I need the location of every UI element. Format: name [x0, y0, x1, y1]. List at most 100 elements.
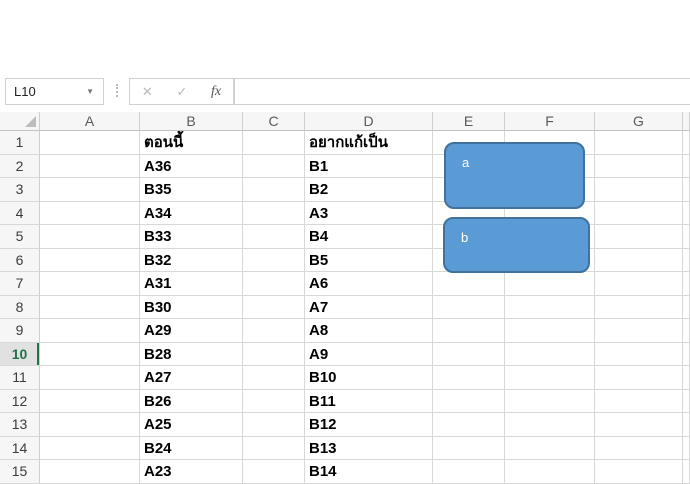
formula-bar-separator[interactable]: [116, 84, 118, 97]
row-header-5[interactable]: 5: [0, 225, 40, 249]
cell-F14[interactable]: [505, 437, 595, 461]
cell-H2[interactable]: [683, 155, 690, 179]
cell-E11[interactable]: [433, 366, 505, 390]
cell-C2[interactable]: [243, 155, 305, 179]
cell-B6[interactable]: B32: [140, 249, 243, 273]
cell-E10[interactable]: [433, 343, 505, 367]
cell-A6[interactable]: [40, 249, 140, 273]
cell-H9[interactable]: [683, 319, 690, 343]
cell-D15[interactable]: B14: [305, 460, 433, 484]
cell-C5[interactable]: [243, 225, 305, 249]
cell-F8[interactable]: [505, 296, 595, 320]
cell-C7[interactable]: [243, 272, 305, 296]
cell-B15[interactable]: A23: [140, 460, 243, 484]
name-box-dropdown-icon[interactable]: ▼: [86, 87, 103, 96]
cell-F13[interactable]: [505, 413, 595, 437]
column-header-A[interactable]: A: [40, 112, 140, 131]
cell-A8[interactable]: [40, 296, 140, 320]
cancel-icon[interactable]: ✕: [142, 84, 153, 100]
enter-icon[interactable]: ✓: [176, 84, 187, 100]
cell-H4[interactable]: [683, 202, 690, 226]
formula-bar-input[interactable]: [234, 78, 690, 105]
cell-D10[interactable]: A9: [305, 343, 433, 367]
cell-D4[interactable]: A3: [305, 202, 433, 226]
cell-D7[interactable]: A6: [305, 272, 433, 296]
cell-C13[interactable]: [243, 413, 305, 437]
cell-A7[interactable]: [40, 272, 140, 296]
column-header-sliver[interactable]: [683, 112, 690, 131]
cell-H15[interactable]: [683, 460, 690, 484]
cell-H8[interactable]: [683, 296, 690, 320]
cell-D2[interactable]: B1: [305, 155, 433, 179]
cell-E12[interactable]: [433, 390, 505, 414]
cell-G2[interactable]: [595, 155, 683, 179]
cell-H12[interactable]: [683, 390, 690, 414]
cell-B14[interactable]: B24: [140, 437, 243, 461]
cell-C10[interactable]: [243, 343, 305, 367]
cell-A11[interactable]: [40, 366, 140, 390]
cell-G9[interactable]: [595, 319, 683, 343]
cell-B2[interactable]: A36: [140, 155, 243, 179]
row-header-15[interactable]: 15: [0, 460, 40, 484]
cell-D8[interactable]: A7: [305, 296, 433, 320]
cell-G10[interactable]: [595, 343, 683, 367]
cell-F15[interactable]: [505, 460, 595, 484]
cell-G8[interactable]: [595, 296, 683, 320]
cell-C8[interactable]: [243, 296, 305, 320]
row-header-4[interactable]: 4: [0, 202, 40, 226]
cell-G15[interactable]: [595, 460, 683, 484]
select-all-corner[interactable]: [0, 112, 40, 131]
cell-C12[interactable]: [243, 390, 305, 414]
cell-A15[interactable]: [40, 460, 140, 484]
cell-F10[interactable]: [505, 343, 595, 367]
cell-H14[interactable]: [683, 437, 690, 461]
cell-C15[interactable]: [243, 460, 305, 484]
row-header-9[interactable]: 9: [0, 319, 40, 343]
cell-C1[interactable]: [243, 131, 305, 155]
row-header-2[interactable]: 2: [0, 155, 40, 179]
cell-D6[interactable]: B5: [305, 249, 433, 273]
cell-H3[interactable]: [683, 178, 690, 202]
shape-a[interactable]: a: [444, 142, 585, 209]
cell-A9[interactable]: [40, 319, 140, 343]
cell-G3[interactable]: [595, 178, 683, 202]
cell-G13[interactable]: [595, 413, 683, 437]
cell-G6[interactable]: [595, 249, 683, 273]
cell-C11[interactable]: [243, 366, 305, 390]
cell-C6[interactable]: [243, 249, 305, 273]
cell-B9[interactable]: A29: [140, 319, 243, 343]
cell-G12[interactable]: [595, 390, 683, 414]
cell-F11[interactable]: [505, 366, 595, 390]
cell-G4[interactable]: [595, 202, 683, 226]
cell-C3[interactable]: [243, 178, 305, 202]
cell-D14[interactable]: B13: [305, 437, 433, 461]
cell-A5[interactable]: [40, 225, 140, 249]
cell-C9[interactable]: [243, 319, 305, 343]
cell-B5[interactable]: B33: [140, 225, 243, 249]
cell-B7[interactable]: A31: [140, 272, 243, 296]
cell-F7[interactable]: [505, 272, 595, 296]
column-header-C[interactable]: C: [243, 112, 305, 131]
cell-G1[interactable]: [595, 131, 683, 155]
cell-E14[interactable]: [433, 437, 505, 461]
cell-H6[interactable]: [683, 249, 690, 273]
name-box[interactable]: L10 ▼: [5, 78, 104, 105]
column-header-F[interactable]: F: [505, 112, 595, 131]
cell-D3[interactable]: B2: [305, 178, 433, 202]
cell-B12[interactable]: B26: [140, 390, 243, 414]
cell-A2[interactable]: [40, 155, 140, 179]
cell-A12[interactable]: [40, 390, 140, 414]
cell-H7[interactable]: [683, 272, 690, 296]
cell-H13[interactable]: [683, 413, 690, 437]
cell-C14[interactable]: [243, 437, 305, 461]
cell-A1[interactable]: [40, 131, 140, 155]
cell-B1[interactable]: ตอนนี้: [140, 131, 243, 155]
cell-B4[interactable]: A34: [140, 202, 243, 226]
cell-B11[interactable]: A27: [140, 366, 243, 390]
row-header-14[interactable]: 14: [0, 437, 40, 461]
cell-G11[interactable]: [595, 366, 683, 390]
cell-D9[interactable]: A8: [305, 319, 433, 343]
cell-H1[interactable]: [683, 131, 690, 155]
cell-D1[interactable]: อยากแก้เป็น: [305, 131, 433, 155]
column-header-D[interactable]: D: [305, 112, 433, 131]
